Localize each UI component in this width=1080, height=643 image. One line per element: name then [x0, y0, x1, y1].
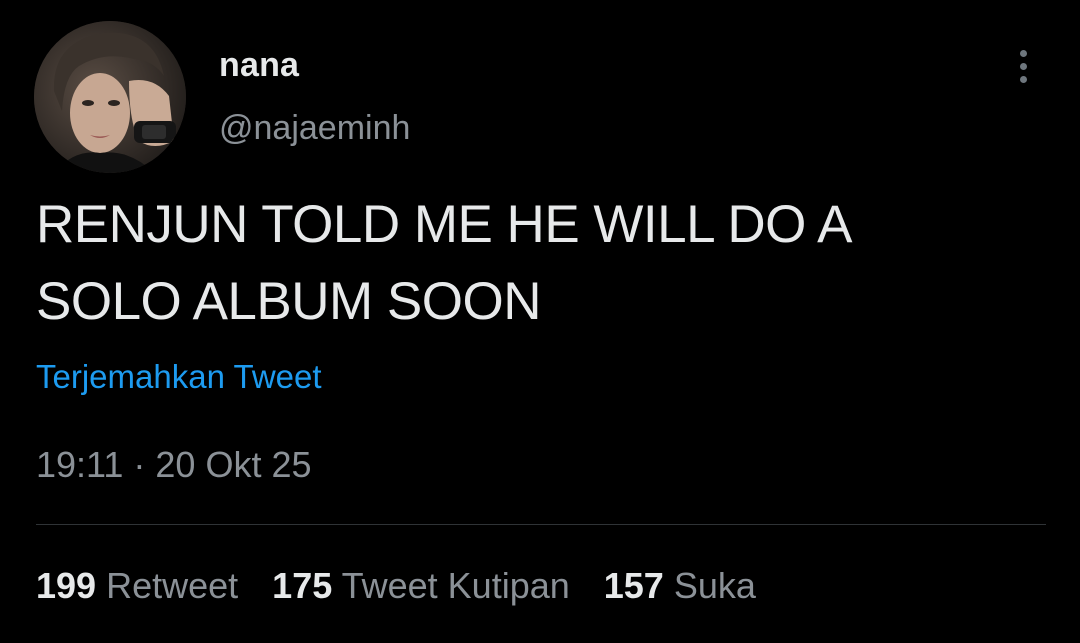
tweet-text-line: SOLO ALBUM SOON — [36, 272, 541, 331]
retweet-label: Retweet — [106, 565, 239, 606]
avatar[interactable] — [34, 21, 186, 173]
quote-tweets-stat[interactable]: 175 Tweet Kutipan — [272, 565, 570, 607]
more-vertical-icon-dot — [1019, 75, 1027, 83]
retweets-stat[interactable]: 199 Retweet — [36, 565, 238, 607]
quote-count: 175 — [272, 565, 333, 606]
likes-stat[interactable]: 157 Suka — [604, 565, 756, 607]
translate-tweet-link[interactable]: Terjemahkan Tweet — [36, 358, 322, 396]
retweet-count: 199 — [36, 565, 97, 606]
tweet-stats: 199 Retweet 175 Tweet Kutipan 157 Suka — [36, 565, 756, 607]
tweet-timestamp[interactable]: 19:11 · 20 Okt 25 — [36, 444, 312, 486]
avatar-image — [34, 21, 186, 173]
display-name[interactable]: nana — [219, 46, 299, 85]
quote-label: Tweet Kutipan — [341, 565, 570, 606]
divider — [36, 524, 1046, 525]
like-count: 157 — [603, 565, 664, 606]
more-options-button[interactable] — [1006, 46, 1040, 86]
tweet-card: nana @najaeminh RENJUN TOLD ME HE WILL D… — [0, 0, 1080, 643]
tweet-text: RENJUN TOLD ME HE WILL DO A SOLO ALBUM S… — [36, 186, 1036, 340]
like-label: Suka — [673, 565, 756, 606]
user-handle[interactable]: @najaeminh — [219, 109, 410, 148]
more-vertical-icon — [1019, 49, 1027, 57]
more-vertical-icon-dot — [1019, 62, 1027, 70]
tweet-text-line: RENJUN TOLD ME HE WILL DO A — [36, 195, 853, 254]
